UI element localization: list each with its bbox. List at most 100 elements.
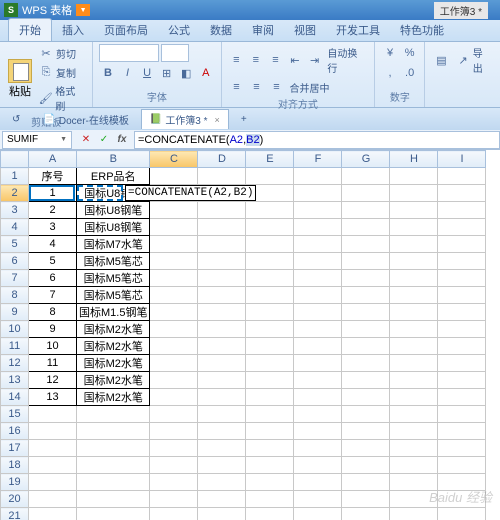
ribbon-tab-3[interactable]: 公式 <box>158 19 200 41</box>
cell-H6[interactable] <box>390 253 438 270</box>
bold-button[interactable]: B <box>99 64 117 82</box>
cell-F18[interactable] <box>294 457 342 474</box>
cell-G14[interactable] <box>342 389 390 406</box>
indent-decrease-icon[interactable]: ⇤ <box>286 51 304 69</box>
cell-A3[interactable]: 2 <box>29 202 77 219</box>
cell-I19[interactable] <box>438 474 486 491</box>
cell-C1[interactable] <box>150 168 198 185</box>
doc-tab-1[interactable]: 📄Docer-在线模板 <box>35 110 136 129</box>
cell-H19[interactable] <box>390 474 438 491</box>
cell-H8[interactable] <box>390 287 438 304</box>
cell-G7[interactable] <box>342 270 390 287</box>
cell-G6[interactable] <box>342 253 390 270</box>
cell-C14[interactable] <box>150 389 198 406</box>
cell-F8[interactable] <box>294 287 342 304</box>
cell-A16[interactable] <box>29 423 77 440</box>
paste-button[interactable]: 粘贴 <box>6 57 34 101</box>
cell-H16[interactable] <box>390 423 438 440</box>
ribbon-tab-5[interactable]: 审阅 <box>242 19 284 41</box>
cell-E1[interactable] <box>246 168 294 185</box>
cell-I13[interactable] <box>438 372 486 389</box>
italic-button[interactable]: I <box>119 64 137 82</box>
cell-G13[interactable] <box>342 372 390 389</box>
cell-H21[interactable] <box>390 508 438 520</box>
cell-H3[interactable] <box>390 202 438 219</box>
cell-E4[interactable] <box>246 219 294 236</box>
cell-G12[interactable] <box>342 355 390 372</box>
cell-F17[interactable] <box>294 440 342 457</box>
underline-button[interactable]: U <box>138 64 156 82</box>
cell-C10[interactable] <box>150 321 198 338</box>
indent-increase-icon[interactable]: ⇥ <box>306 51 324 69</box>
cell-I15[interactable] <box>438 406 486 423</box>
cell-D20[interactable] <box>198 491 246 508</box>
cell-B12[interactable]: 国标M2水笔 <box>77 355 150 372</box>
doc-tab-3[interactable]: + <box>233 112 258 127</box>
cell-F2[interactable] <box>294 185 342 202</box>
cell-H15[interactable] <box>390 406 438 423</box>
cell-E5[interactable] <box>246 236 294 253</box>
cell-A21[interactable] <box>29 508 77 520</box>
cell-H20[interactable] <box>390 491 438 508</box>
cell-G17[interactable] <box>342 440 390 457</box>
cell-I16[interactable] <box>438 423 486 440</box>
currency-icon[interactable]: ¥ <box>381 44 399 62</box>
row-header-16[interactable]: 16 <box>1 423 29 440</box>
cell-C19[interactable] <box>150 474 198 491</box>
align-top-icon[interactable]: ≡ <box>228 51 246 69</box>
cell-H2[interactable] <box>390 185 438 202</box>
cell-E14[interactable] <box>246 389 294 406</box>
cell-A10[interactable]: 9 <box>29 321 77 338</box>
cell-G18[interactable] <box>342 457 390 474</box>
formula-accept-button[interactable]: ✓ <box>96 132 112 148</box>
cell-C9[interactable] <box>150 304 198 321</box>
export-button[interactable]: ↗导出 <box>453 44 494 76</box>
cell-I1[interactable] <box>438 168 486 185</box>
cell-C6[interactable] <box>150 253 198 270</box>
ribbon-tab-1[interactable]: 插入 <box>52 19 94 41</box>
cell-I6[interactable] <box>438 253 486 270</box>
font-family-select[interactable] <box>99 44 159 62</box>
cell-I3[interactable] <box>438 202 486 219</box>
cell-E19[interactable] <box>246 474 294 491</box>
cell-E8[interactable] <box>246 287 294 304</box>
cell-C20[interactable] <box>150 491 198 508</box>
rows-button[interactable]: ▤ <box>431 51 451 69</box>
cell-H13[interactable] <box>390 372 438 389</box>
align-middle-icon[interactable]: ≡ <box>247 51 265 69</box>
cell-F16[interactable] <box>294 423 342 440</box>
cell-D7[interactable] <box>198 270 246 287</box>
cell-I2[interactable] <box>438 185 486 202</box>
cell-E18[interactable] <box>246 457 294 474</box>
row-header-20[interactable]: 20 <box>1 491 29 508</box>
align-bottom-icon[interactable]: ≡ <box>267 51 285 69</box>
cell-A20[interactable] <box>29 491 77 508</box>
cell-G9[interactable] <box>342 304 390 321</box>
cell-I20[interactable] <box>438 491 486 508</box>
cell-E11[interactable] <box>246 338 294 355</box>
cell-B1[interactable]: ERP品名 <box>77 168 150 185</box>
cell-B6[interactable]: 国标M5笔芯 <box>77 253 150 270</box>
cell-F6[interactable] <box>294 253 342 270</box>
merge-center-button[interactable]: 合并居中 <box>288 79 332 96</box>
col-header-H[interactable]: H <box>390 151 438 168</box>
cell-D11[interactable] <box>198 338 246 355</box>
ribbon-tab-7[interactable]: 开发工具 <box>326 19 390 41</box>
row-header-8[interactable]: 8 <box>1 287 29 304</box>
cell-A6[interactable]: 5 <box>29 253 77 270</box>
cell-C18[interactable] <box>150 457 198 474</box>
cell-H5[interactable] <box>390 236 438 253</box>
cell-B16[interactable] <box>77 423 150 440</box>
cell-B8[interactable]: 国标M5笔芯 <box>77 287 150 304</box>
cell-G15[interactable] <box>342 406 390 423</box>
cell-F12[interactable] <box>294 355 342 372</box>
col-header-E[interactable]: E <box>246 151 294 168</box>
font-size-select[interactable] <box>161 44 189 62</box>
ribbon-tab-8[interactable]: 特色功能 <box>390 19 454 41</box>
cell-C17[interactable] <box>150 440 198 457</box>
row-header-15[interactable]: 15 <box>1 406 29 423</box>
close-icon[interactable]: × <box>215 115 220 125</box>
align-left-icon[interactable]: ≡ <box>228 78 246 96</box>
cell-I4[interactable] <box>438 219 486 236</box>
cell-I5[interactable] <box>438 236 486 253</box>
